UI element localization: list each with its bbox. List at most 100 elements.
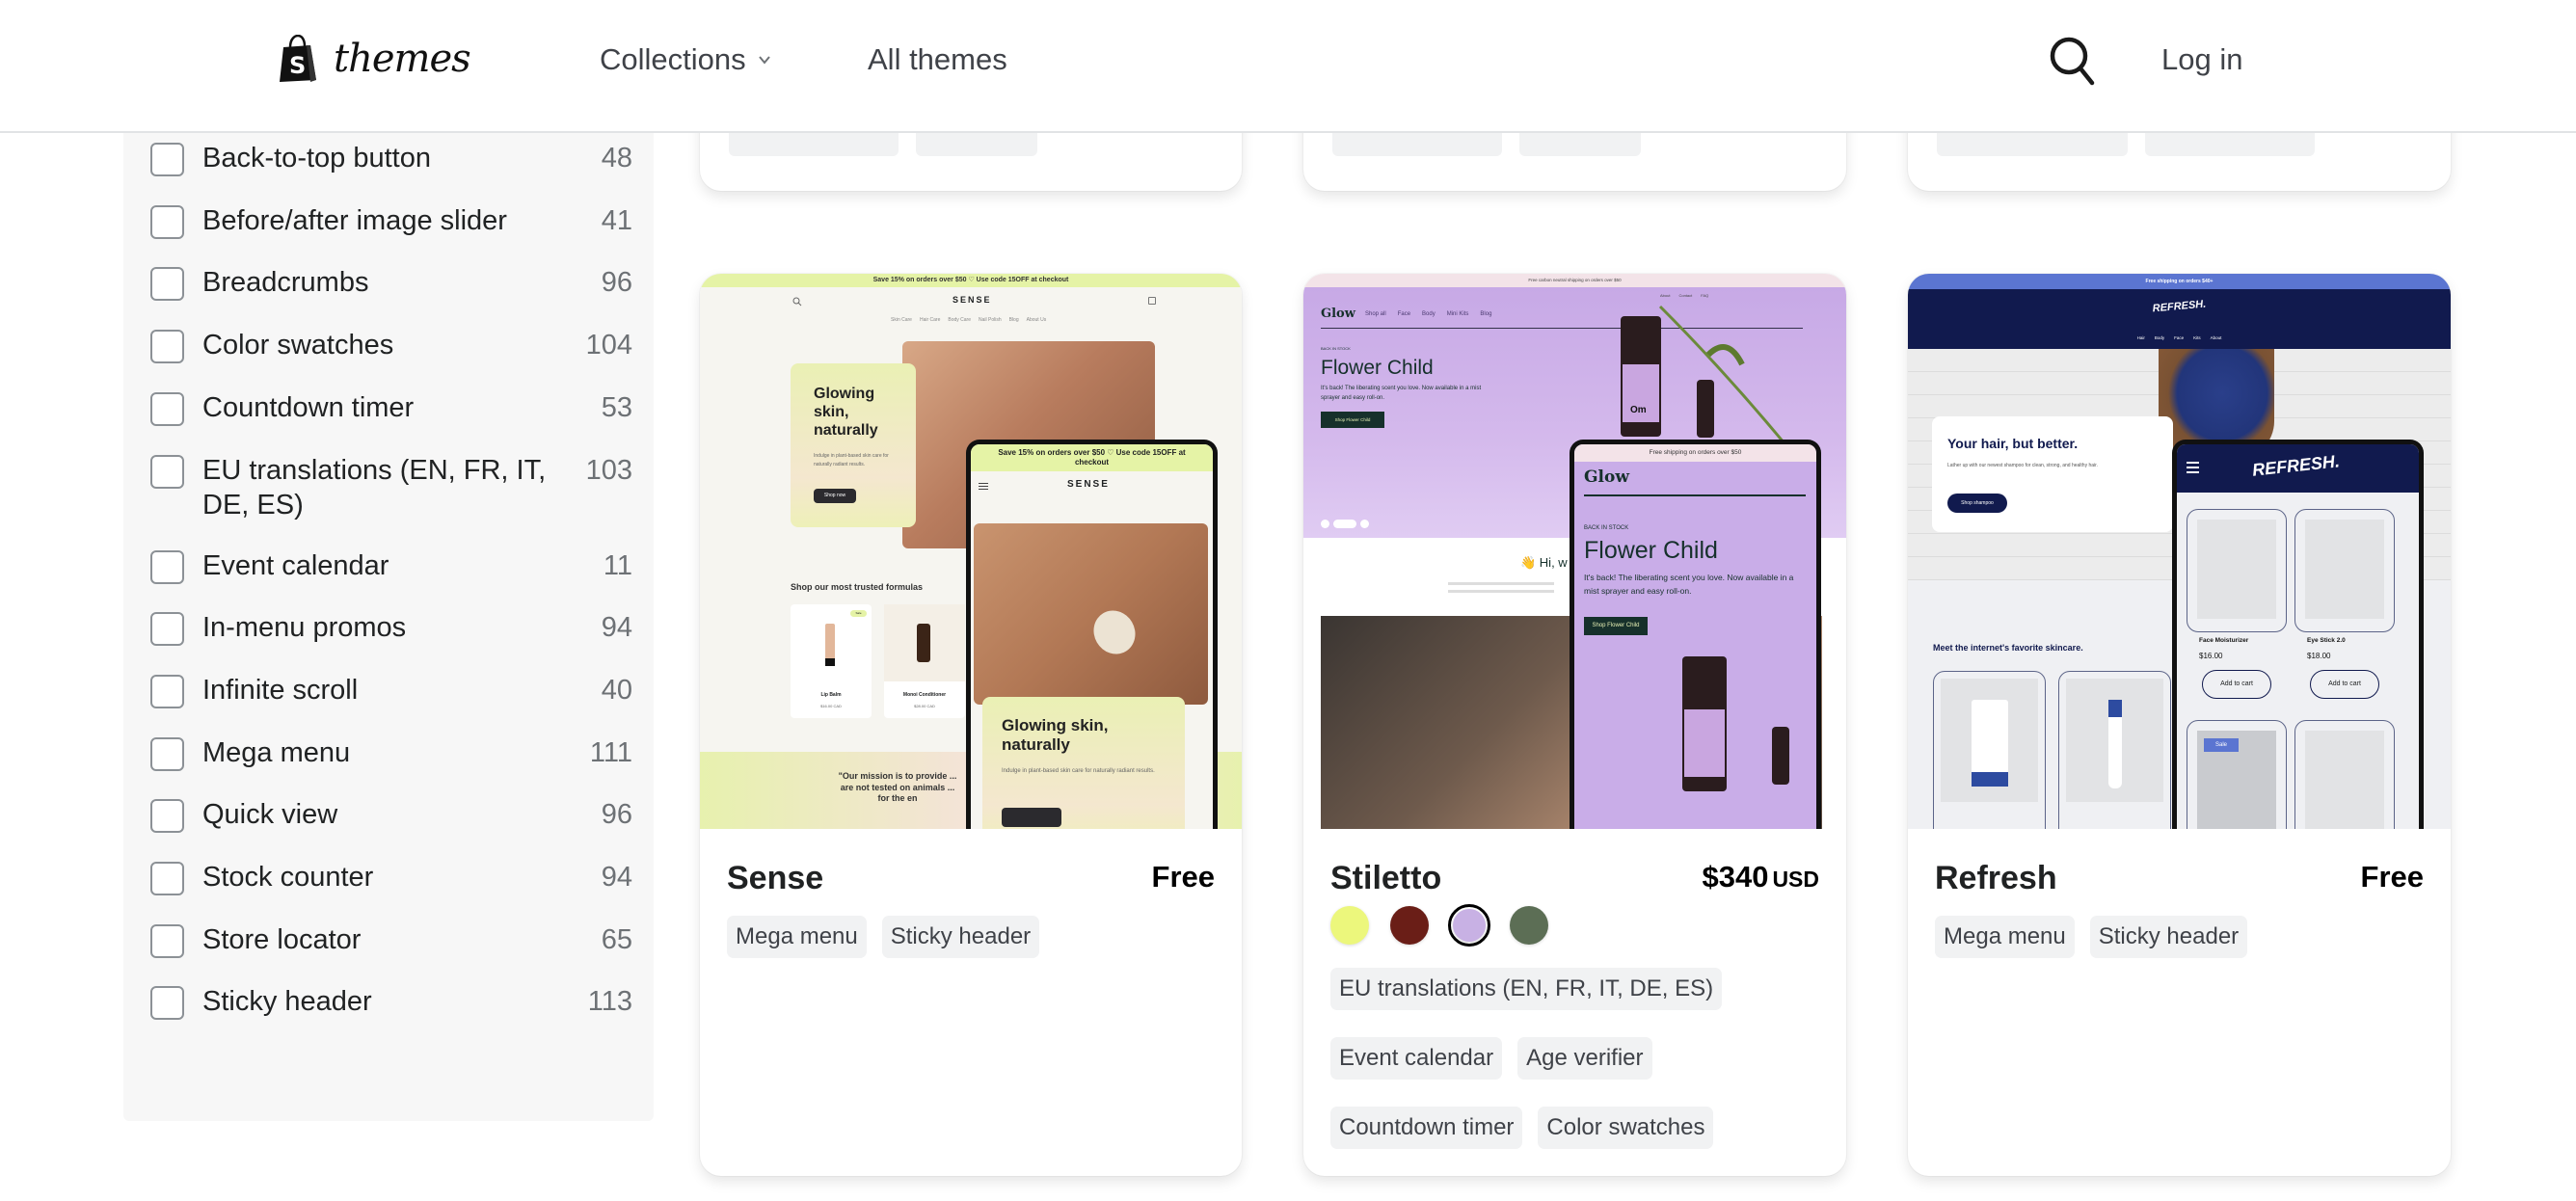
filter-checkbox[interactable] [150, 986, 184, 1021]
theme-price: Free [2361, 860, 2424, 894]
filter-checkbox[interactable] [150, 612, 184, 647]
preview-store-name: Glow [1321, 307, 1355, 321]
slider-controls [1321, 520, 1369, 528]
nav-collections[interactable]: Collections [600, 42, 771, 77]
filter-checkbox[interactable] [150, 330, 184, 364]
feature-tag: Age verifier [1517, 1037, 1652, 1080]
feature-filter-sidebar: Back-to-top button 48 Before/after image s… [123, 133, 654, 1121]
product-cap [1972, 772, 2008, 787]
filter-checkbox[interactable] [150, 674, 184, 708]
mobile-hero-button: Shop Flower Child [1584, 617, 1648, 635]
preview-nav: Skin Care Hair Care Body Care Nail Polish Bl… [891, 317, 1046, 323]
theme-name[interactable]: Sense [727, 860, 823, 897]
feature-tag: Mega menu [1935, 916, 2075, 958]
filter-option[interactable]: Color swatches 104 [150, 328, 632, 364]
filter-option[interactable]: Quick view 96 [150, 797, 632, 834]
filter-option[interactable]: Stock counter 94 [150, 860, 632, 895]
preview-nav-item: About Us [1026, 317, 1047, 323]
hero-subtext: Lather up with our newest shampoo for cl… [1947, 463, 2098, 468]
filter-label: Color swatches [202, 330, 394, 361]
search-button[interactable] [2048, 35, 2098, 89]
filter-checkbox[interactable] [150, 549, 184, 584]
filter-checkbox[interactable] [150, 799, 184, 834]
filter-checkbox[interactable] [150, 454, 184, 489]
theme-card-refresh[interactable]: Free shipping on orders $40+ REFRESH. Ha… [1908, 274, 2451, 1176]
filter-checkbox[interactable] [150, 204, 184, 239]
mobile-hero-heading: Glowing skin, naturally [1002, 716, 1109, 755]
product-image [2066, 679, 2163, 802]
filter-checkbox[interactable] [150, 862, 184, 895]
preview-nav-item: Nail Polish [978, 317, 1002, 323]
filter-option[interactable]: Countdown timer 53 [150, 390, 632, 426]
filter-checkbox[interactable] [150, 391, 184, 426]
preview-nav-item: About [2210, 335, 2222, 340]
theme-name[interactable]: Refresh [1935, 860, 2057, 897]
color-swatch[interactable] [1390, 906, 1429, 945]
color-swatch[interactable] [1448, 904, 1490, 947]
mobile-store-name: SENSE [1067, 479, 1110, 490]
mobile-product-name: Eye Stick 2.0 [2307, 637, 2346, 644]
mobile-hero-box: Glowing skin, naturally Indulge in plant… [982, 697, 1185, 829]
theme-card-stiletto[interactable]: Free carbon neutral shipping on orders o… [1303, 274, 1846, 1176]
filter-option[interactable]: In-menu promos 94 [150, 610, 632, 647]
filter-checkbox[interactable] [150, 736, 184, 771]
filter-option[interactable]: Infinite scroll 40 [150, 673, 632, 708]
feature-tags: EU translations (EN, FR, IT, DE, ES) Even… [1330, 968, 1822, 1149]
login-link[interactable]: Log in [2161, 42, 2242, 77]
feature-tags: Mega menu Sticky header [727, 916, 1219, 958]
nav-all-themes[interactable]: All themes [868, 42, 1007, 77]
filter-count: 111 [589, 736, 632, 768]
theme-name[interactable]: Stiletto [1330, 860, 1441, 897]
hero-text-box: Glowing skin, naturally Indulge in plant… [791, 363, 916, 527]
feature-tags: Mega menu Sticky header [1935, 916, 2427, 958]
filter-option[interactable]: EU translations (EN, FR, IT, DE, ES) 103 [150, 453, 632, 522]
filter-checkbox[interactable] [150, 923, 184, 958]
hero-subtext: Indulge in plant-based skin care for nat… [814, 453, 889, 467]
preview-nav: Shop all Face Body Mini Kits Blog [1365, 311, 1491, 317]
section-heading: Meet the internet's favorite skincare. [1933, 643, 2083, 653]
filter-count: 65 [601, 923, 632, 955]
filter-option[interactable]: Sticky header 113 [150, 984, 632, 1021]
product-image [2197, 520, 2276, 619]
mobile-nav-divider [1584, 494, 1806, 496]
bottle-label [1684, 709, 1725, 777]
product-image [2305, 731, 2384, 829]
filter-option[interactable]: Back-to-top button 48 [150, 141, 632, 176]
filter-label: Sticky header [202, 986, 372, 1018]
product-cap [825, 658, 835, 666]
price-value: $340 [1702, 860, 1769, 894]
hero-heading: Flower Child [1321, 357, 1434, 379]
theme-preview-image[interactable]: Free carbon neutral shipping on orders o… [1303, 274, 1846, 829]
filter-option[interactable]: Before/after image slider 41 [150, 203, 632, 239]
filter-count: 113 [587, 986, 632, 1018]
search-icon [792, 297, 802, 307]
mobile-product-price: $18.00 [2307, 652, 2331, 660]
product-tube [825, 624, 835, 660]
filter-checkbox[interactable] [150, 143, 184, 176]
filter-count: 53 [601, 391, 632, 423]
product-card [2058, 671, 2171, 829]
greeting-body [1448, 582, 1554, 585]
product-cap [2108, 700, 2122, 717]
filter-option[interactable]: Breadcrumbs 96 [150, 265, 632, 302]
filter-checkbox[interactable] [150, 267, 184, 302]
filter-count: 41 [601, 204, 632, 236]
filter-option[interactable]: Event calendar 11 [150, 548, 632, 584]
theme-card-sense[interactable]: Save 15% on orders over $50 ♡ Use code 1… [700, 274, 1242, 1176]
preview-nav-item: Blog [1480, 311, 1492, 317]
hero-heading: Your hair, but better. [1947, 436, 2079, 451]
mobile-product-name: Face Moisturizer [2199, 637, 2249, 644]
color-swatch[interactable] [1510, 906, 1548, 945]
shopify-themes-logo[interactable]: S themes [278, 35, 471, 83]
product-bottle [917, 624, 930, 662]
mobile-add-to-cart: Add to cart [2310, 670, 2379, 699]
eyebrow: BACK IN STOCK [1321, 346, 1351, 351]
filter-option[interactable]: Mega menu 111 [150, 735, 632, 771]
mobile-product-card [2294, 509, 2395, 632]
filter-count: 104 [585, 330, 632, 361]
color-swatch[interactable] [1330, 906, 1369, 945]
theme-preview-image[interactable]: Free shipping on orders $40+ REFRESH. Ha… [1908, 274, 2451, 829]
filter-count: 96 [601, 799, 632, 831]
filter-option[interactable]: Store locator 65 [150, 922, 632, 958]
theme-preview-image[interactable]: Save 15% on orders over $50 ♡ Use code 1… [700, 274, 1242, 829]
